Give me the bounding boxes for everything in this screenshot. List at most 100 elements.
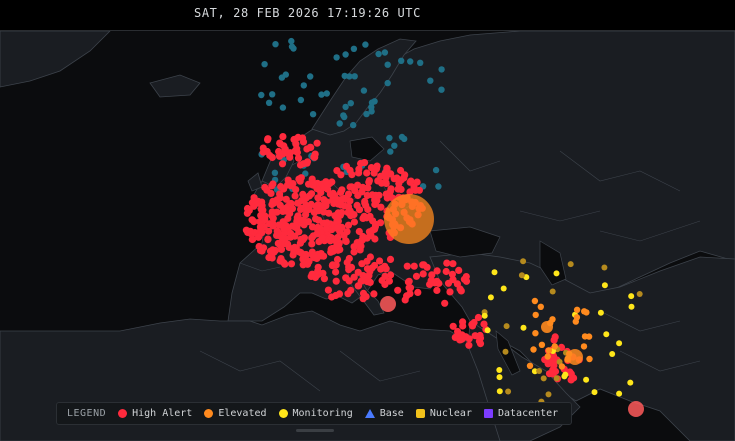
monitoring-marker[interactable] [601, 282, 608, 289]
high-alert-marker[interactable] [350, 248, 358, 256]
high-alert-marker[interactable] [377, 203, 385, 211]
high-alert-marker[interactable] [347, 286, 355, 294]
monitoring-marker[interactable] [491, 269, 498, 276]
high-alert-marker[interactable] [357, 159, 365, 168]
monitoring-marker[interactable] [627, 379, 634, 386]
monitoring-marker[interactable] [487, 294, 494, 301]
high-alert-marker[interactable] [292, 140, 300, 148]
high-alert-marker[interactable] [359, 232, 367, 241]
infrastructure-marker[interactable] [342, 51, 349, 58]
high-alert-marker[interactable] [338, 195, 346, 203]
infrastructure-marker[interactable] [342, 103, 349, 111]
infrastructure-marker[interactable] [407, 58, 414, 65]
high-alert-marker[interactable] [333, 241, 341, 249]
high-alert-marker[interactable] [268, 208, 276, 216]
high-alert-marker[interactable] [287, 260, 296, 268]
monitoring-marker[interactable] [597, 309, 604, 316]
high-alert-marker[interactable] [317, 189, 325, 197]
high-alert-marker[interactable] [256, 223, 264, 231]
high-alert-marker[interactable] [265, 253, 273, 262]
high-alert-marker[interactable] [308, 234, 316, 242]
monitoring-marker[interactable] [553, 270, 560, 277]
high-alert-marker[interactable] [324, 286, 332, 294]
high-alert-marker[interactable] [462, 277, 471, 285]
elevated-marker[interactable] [581, 333, 589, 340]
high-alert-marker[interactable] [259, 206, 267, 214]
high-alert-marker[interactable] [449, 260, 457, 268]
high-alert-marker[interactable] [332, 268, 340, 276]
monitoring-marker[interactable] [636, 291, 643, 297]
monitoring-marker[interactable] [505, 388, 512, 395]
infrastructure-marker[interactable] [258, 91, 265, 99]
infrastructure-marker[interactable] [417, 59, 424, 66]
high-alert-marker[interactable] [264, 235, 272, 243]
high-alert-marker[interactable] [359, 289, 368, 297]
high-alert-marker[interactable] [332, 277, 340, 285]
infrastructure-marker[interactable] [432, 166, 440, 174]
high-alert-marker[interactable] [406, 290, 414, 298]
high-alert-marker[interactable] [300, 234, 308, 242]
high-alert-marker[interactable] [269, 246, 277, 254]
high-alert-hotspot-marker[interactable] [628, 401, 644, 417]
high-alert-marker[interactable] [303, 159, 311, 167]
legend-item-monitoring[interactable]: Monitoring [278, 408, 353, 419]
high-alert-marker[interactable] [327, 248, 335, 256]
high-alert-marker[interactable] [333, 224, 341, 232]
high-alert-marker[interactable] [456, 285, 464, 293]
high-alert-marker[interactable] [279, 133, 287, 141]
high-alert-marker[interactable] [410, 262, 418, 270]
high-alert-marker[interactable] [410, 183, 418, 191]
high-alert-marker[interactable] [248, 216, 256, 224]
monitoring-marker[interactable] [481, 312, 488, 319]
high-alert-marker[interactable] [282, 204, 290, 212]
high-alert-marker[interactable] [291, 232, 299, 240]
high-alert-marker[interactable] [443, 259, 451, 267]
high-alert-marker[interactable] [373, 162, 381, 170]
high-alert-marker[interactable] [370, 290, 378, 298]
elevated-marker[interactable] [531, 297, 539, 305]
infrastructure-marker[interactable] [272, 41, 279, 48]
high-alert-marker[interactable] [264, 136, 272, 144]
infrastructure-marker[interactable] [279, 104, 287, 111]
high-alert-marker[interactable] [268, 182, 276, 190]
infrastructure-marker[interactable] [368, 108, 375, 115]
legend-item-base[interactable]: Base [364, 408, 404, 419]
high-alert-marker[interactable] [345, 277, 353, 285]
high-alert-marker[interactable] [476, 333, 484, 342]
monitoring-marker[interactable] [616, 340, 623, 347]
high-alert-marker[interactable] [273, 231, 281, 239]
high-alert-marker[interactable] [255, 242, 263, 251]
high-alert-marker[interactable] [397, 166, 405, 175]
high-alert-marker[interactable] [273, 196, 281, 204]
high-alert-marker[interactable] [311, 153, 319, 161]
high-alert-hotspot-marker[interactable] [380, 296, 396, 312]
high-alert-marker[interactable] [355, 282, 363, 290]
infrastructure-marker[interactable] [347, 100, 354, 107]
monitoring-marker[interactable] [496, 367, 503, 373]
high-alert-marker[interactable] [293, 148, 301, 157]
monitoring-marker[interactable] [545, 391, 552, 398]
monitoring-marker[interactable] [628, 293, 635, 300]
high-alert-marker[interactable] [257, 200, 265, 208]
high-alert-marker[interactable] [276, 140, 284, 148]
infrastructure-marker[interactable] [375, 50, 382, 58]
infrastructure-marker[interactable] [438, 66, 445, 73]
high-alert-marker[interactable] [363, 214, 371, 222]
high-alert-marker[interactable] [312, 215, 320, 223]
infrastructure-marker[interactable] [269, 91, 276, 98]
high-alert-marker[interactable] [433, 286, 441, 294]
high-alert-marker[interactable] [274, 239, 282, 247]
elevated-marker[interactable] [573, 314, 581, 321]
monitoring-marker[interactable] [484, 327, 491, 334]
infrastructure-marker[interactable] [271, 169, 279, 176]
high-alert-marker[interactable] [267, 189, 275, 197]
high-alert-marker[interactable] [449, 322, 457, 330]
infrastructure-marker[interactable] [323, 90, 330, 97]
infrastructure-marker[interactable] [318, 91, 325, 98]
elevated-hotspot-marker[interactable] [567, 349, 583, 365]
high-alert-marker[interactable] [333, 214, 341, 222]
monitoring-marker[interactable] [567, 261, 574, 268]
monitoring-marker[interactable] [536, 368, 543, 374]
infrastructure-marker[interactable] [336, 120, 343, 127]
elevated-marker[interactable] [580, 343, 588, 350]
